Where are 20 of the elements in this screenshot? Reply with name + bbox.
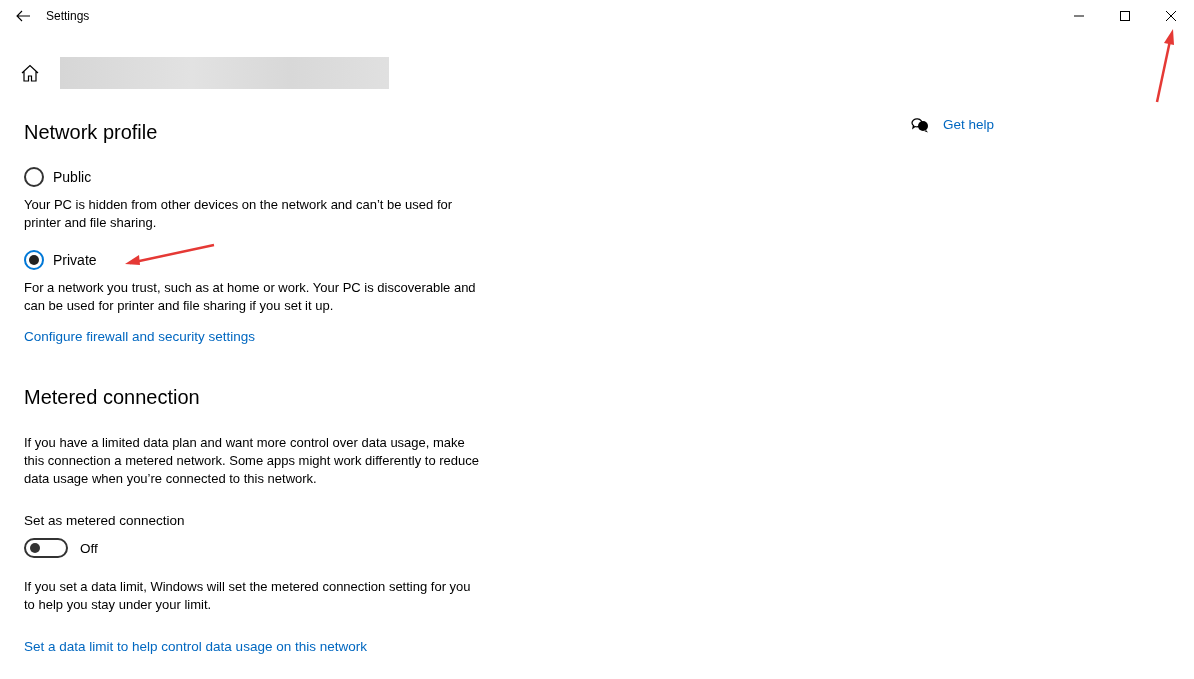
get-help-link[interactable]: Get help <box>943 117 995 132</box>
option-description: For a network you trust, such as at home or work. Your PC is discoverable and can be used for printer and file sharing if you set it up. <box>24 279 477 315</box>
maximize-icon <box>1120 11 1130 21</box>
metered-toggle[interactable] <box>24 538 68 558</box>
data-limit-link[interactable]: Set a data limit to help control data usage on this network <box>24 639 367 654</box>
close-icon <box>1166 11 1176 21</box>
section-heading: Metered connection <box>24 385 201 410</box>
chat-help-icon <box>911 117 929 133</box>
section-heading: Network profile <box>24 120 159 145</box>
data-limit-note: If you set a data limit, Windows will set the metered connection setting for you to help you stay under your limit. <box>24 578 472 614</box>
radio-option[interactable]: Private <box>24 250 97 270</box>
metered-description: If you have a limited data plan and want more control over data usage, make this connection a metered network. Some apps might work differently to reduce data usage when you’re connected to this network. <box>24 434 479 488</box>
radio-option[interactable]: Public <box>24 167 92 187</box>
toggle-label: Set as metered connection <box>24 513 186 528</box>
toggle-state: Off <box>80 540 98 556</box>
option-description: Your PC is hidden from other devices on the network and can’t be used for printer and file sharing. <box>24 196 454 232</box>
home-icon <box>21 64 39 82</box>
back-arrow-icon <box>16 10 30 22</box>
window-title: Settings <box>46 9 90 23</box>
firewall-settings-link[interactable]: Configure firewall and security settings <box>24 329 256 344</box>
